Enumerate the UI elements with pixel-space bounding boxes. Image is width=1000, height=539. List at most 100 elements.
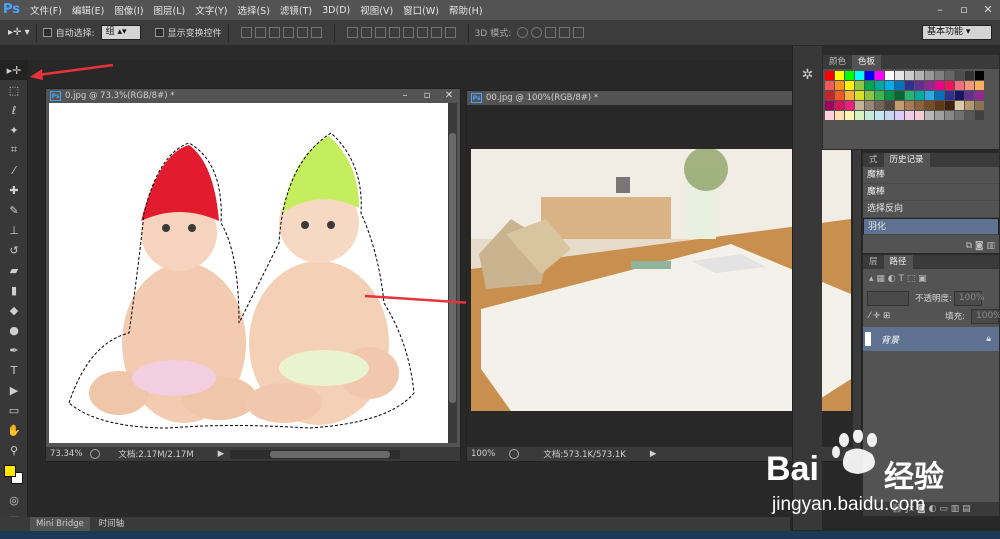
color-swatch[interactable] (965, 111, 974, 120)
color-swatch[interactable] (855, 91, 864, 100)
color-swatch[interactable] (945, 91, 954, 100)
auto-select-dropdown[interactable]: 组 ▴▾ (100, 25, 141, 40)
menu-help[interactable]: 帮助(H) (444, 3, 488, 17)
color-swatch[interactable] (965, 81, 974, 90)
color-swatch[interactable] (935, 71, 944, 80)
color-swatch[interactable] (865, 111, 874, 120)
timeline-tab[interactable]: 时间轴 (93, 517, 131, 531)
color-swatch[interactable] (905, 91, 914, 100)
color-swatch[interactable] (885, 71, 894, 80)
color-swatch[interactable] (955, 101, 964, 110)
color-swatch[interactable] (925, 101, 934, 110)
color-swatch[interactable] (875, 81, 884, 90)
color-swatch[interactable] (875, 101, 884, 110)
color-swatch[interactable] (895, 111, 904, 120)
color-swatch[interactable] (925, 71, 934, 80)
color-swatch[interactable] (885, 111, 894, 120)
color-swatch[interactable] (965, 91, 974, 100)
color-swatch[interactable] (895, 101, 904, 110)
color-swatch[interactable] (875, 111, 884, 120)
color-swatch[interactable] (975, 71, 984, 80)
color-swatch[interactable] (895, 91, 904, 100)
color-swatch[interactable] (945, 81, 954, 90)
color-swatch[interactable] (885, 101, 894, 110)
color-swatch[interactable] (945, 101, 954, 110)
layer-filter-row[interactable]: ▴ ▦ ◐ T ⬚ ▣ (863, 269, 999, 289)
opacity-input[interactable]: 100% (953, 290, 985, 306)
color-swatch[interactable] (835, 101, 844, 110)
quick-mask-icon[interactable]: ◎ (0, 490, 28, 510)
layers-tab[interactable]: 层 (863, 255, 884, 269)
color-swatch[interactable] (935, 111, 944, 120)
pen-tool-icon[interactable]: ✒ (0, 340, 28, 360)
crop-tool-icon[interactable]: ⌗ (0, 140, 28, 160)
color-swatch[interactable] (905, 101, 914, 110)
path-selection-tool-icon[interactable]: ▶ (0, 380, 28, 400)
color-swatch[interactable] (865, 71, 874, 80)
color-swatch[interactable] (865, 101, 874, 110)
layer-row-background[interactable]: 背景 🔒︎ (863, 327, 999, 351)
history-actions-icons[interactable]: ⧉ ◙ ▥ (966, 241, 995, 251)
doc2-status-menu-icon[interactable]: ▶ (650, 449, 657, 459)
eraser-tool-icon[interactable]: ▰ (0, 260, 28, 280)
color-swatch[interactable] (955, 71, 964, 80)
close-icon[interactable]: ✕ (976, 0, 1000, 20)
show-transform-checkbox[interactable] (154, 28, 164, 37)
healing-brush-tool-icon[interactable]: ✚ (0, 180, 28, 200)
move-tool-preset-icon[interactable]: ▸✛ ▾ (8, 27, 30, 38)
doc1-vertical-scrollbar[interactable] (448, 103, 457, 443)
color-swatch[interactable] (905, 71, 914, 80)
menu-type[interactable]: 文字(Y) (190, 3, 232, 17)
color-swatch[interactable] (825, 71, 834, 80)
doc2-info-icon[interactable] (509, 449, 520, 459)
menu-image[interactable]: 图像(I) (109, 3, 148, 17)
color-swatch[interactable] (955, 111, 964, 120)
menu-view[interactable]: 视图(V) (355, 3, 398, 17)
color-swatch[interactable] (975, 81, 984, 90)
blur-tool-icon[interactable]: ◆ (0, 300, 28, 320)
styles-tab[interactable]: 式 (863, 153, 884, 167)
lock-icons[interactable]: ⁄ ✛ ⊞ (869, 311, 890, 321)
color-swatch[interactable] (845, 111, 854, 120)
color-swatch[interactable] (835, 111, 844, 120)
color-swatch[interactable] (825, 81, 834, 90)
marquee-tool-icon[interactable]: ⬚ (0, 80, 28, 100)
color-swatch[interactable] (825, 91, 834, 100)
hand-tool-icon[interactable]: ✋ (0, 420, 28, 440)
magic-wand-tool-icon[interactable]: ✦ (0, 120, 28, 140)
3d-panel-icon[interactable]: ✲ (793, 62, 822, 88)
color-swatch[interactable] (835, 71, 844, 80)
doc1-horizontal-scrollbar[interactable] (230, 449, 401, 459)
color-swatch[interactable] (875, 71, 884, 80)
color-swatch[interactable] (855, 101, 864, 110)
distribute-icons[interactable] (346, 27, 456, 38)
swatches-tab[interactable]: 色板 (852, 55, 882, 69)
color-swatch[interactable] (825, 101, 834, 110)
menu-layer[interactable]: 图层(L) (149, 3, 191, 17)
lasso-tool-icon[interactable]: ℓ (0, 100, 28, 120)
workspace-switcher[interactable]: 基本功能 ▾ (922, 25, 992, 40)
menu-edit[interactable]: 编辑(E) (67, 3, 109, 17)
color-swatch[interactable] (935, 81, 944, 90)
doc-maximize-icon[interactable]: ▫ (416, 90, 438, 103)
history-brush-tool-icon[interactable]: ↺ (0, 240, 28, 260)
doc1-zoom[interactable]: 73.34% (50, 449, 82, 459)
color-swatch[interactable] (895, 81, 904, 90)
color-swatch[interactable] (915, 111, 924, 120)
shape-tool-icon[interactable]: ▭ (0, 400, 28, 420)
color-swatch[interactable] (845, 101, 854, 110)
color-swatch[interactable] (885, 81, 894, 90)
color-swatch[interactable] (845, 91, 854, 100)
color-swatches[interactable] (0, 460, 27, 490)
color-swatch[interactable] (905, 111, 914, 120)
color-swatch[interactable] (975, 111, 984, 120)
color-swatch[interactable] (925, 91, 934, 100)
type-tool-icon[interactable]: T (0, 360, 28, 380)
menu-filter[interactable]: 滤镜(T) (275, 3, 317, 17)
eyedropper-tool-icon[interactable]: ⁄ (0, 160, 28, 180)
color-swatch[interactable] (925, 81, 934, 90)
color-swatch[interactable] (935, 91, 944, 100)
dodge-tool-icon[interactable]: ● (0, 320, 28, 340)
color-swatch[interactable] (945, 71, 954, 80)
color-swatch[interactable] (915, 101, 924, 110)
